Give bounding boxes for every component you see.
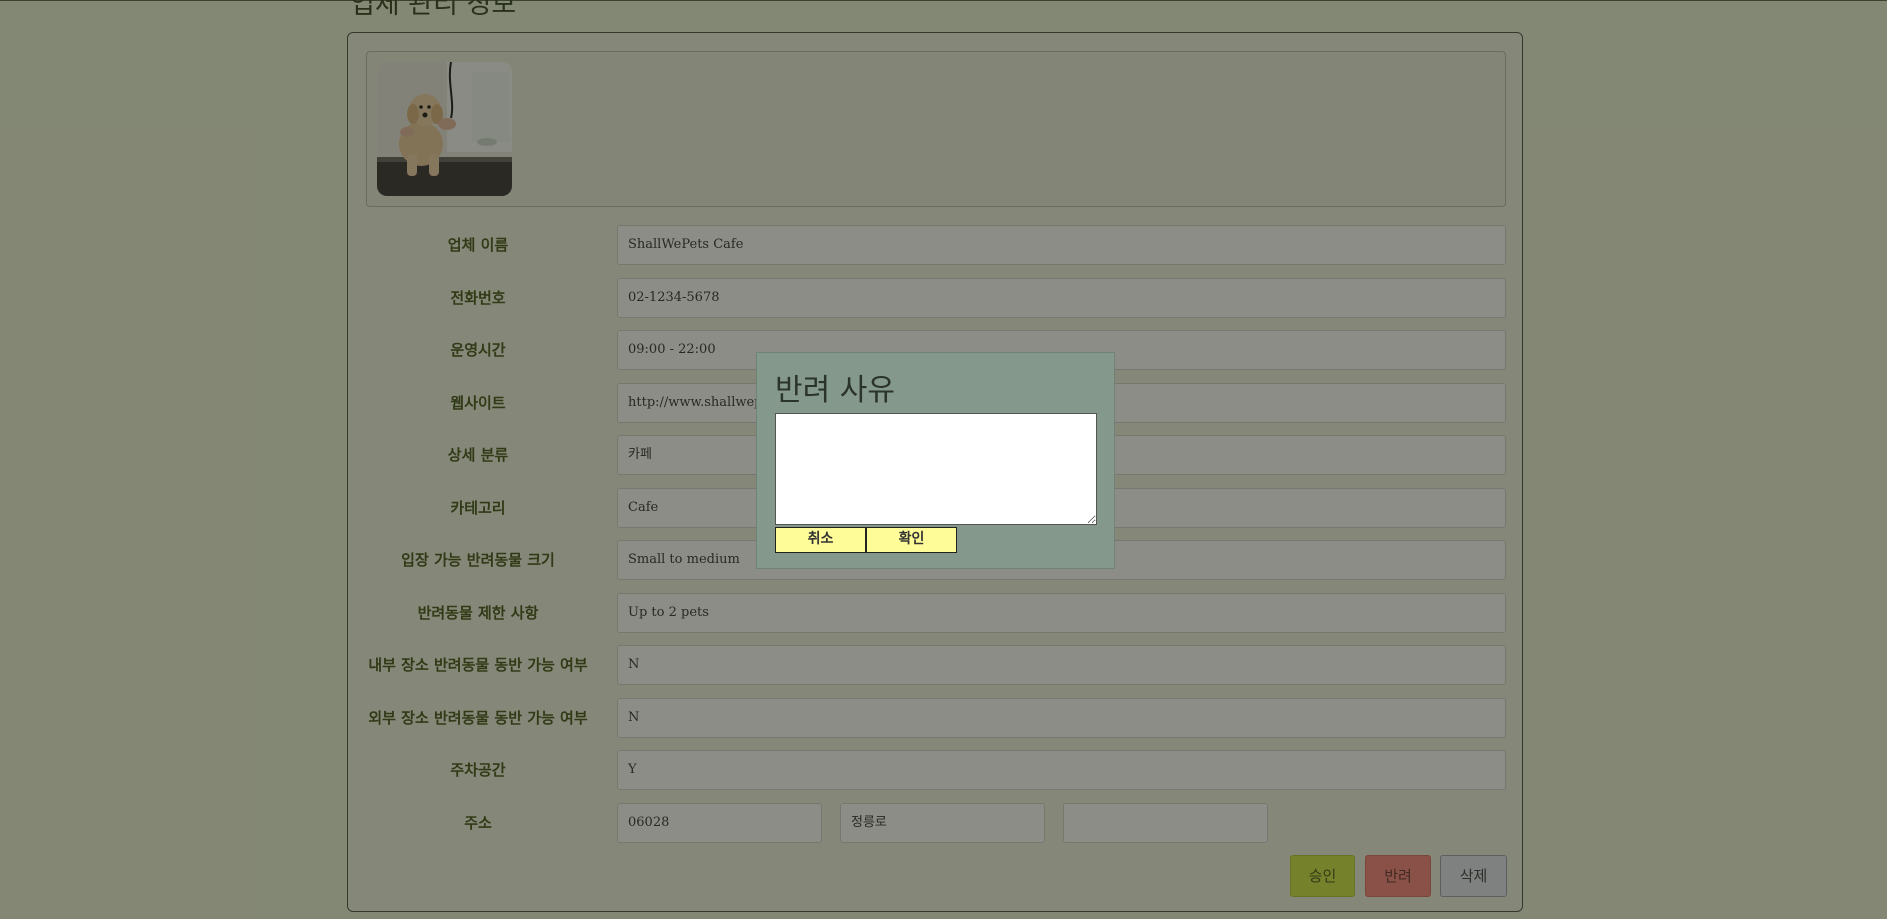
modal-title: 반려 사유 xyxy=(775,373,895,408)
confirm-button[interactable]: 확인 xyxy=(866,527,957,553)
cancel-button[interactable]: 취소 xyxy=(775,527,866,553)
reject-reason-modal: 반려 사유 취소 확인 xyxy=(756,352,1115,569)
reject-reason-input[interactable] xyxy=(775,413,1097,525)
